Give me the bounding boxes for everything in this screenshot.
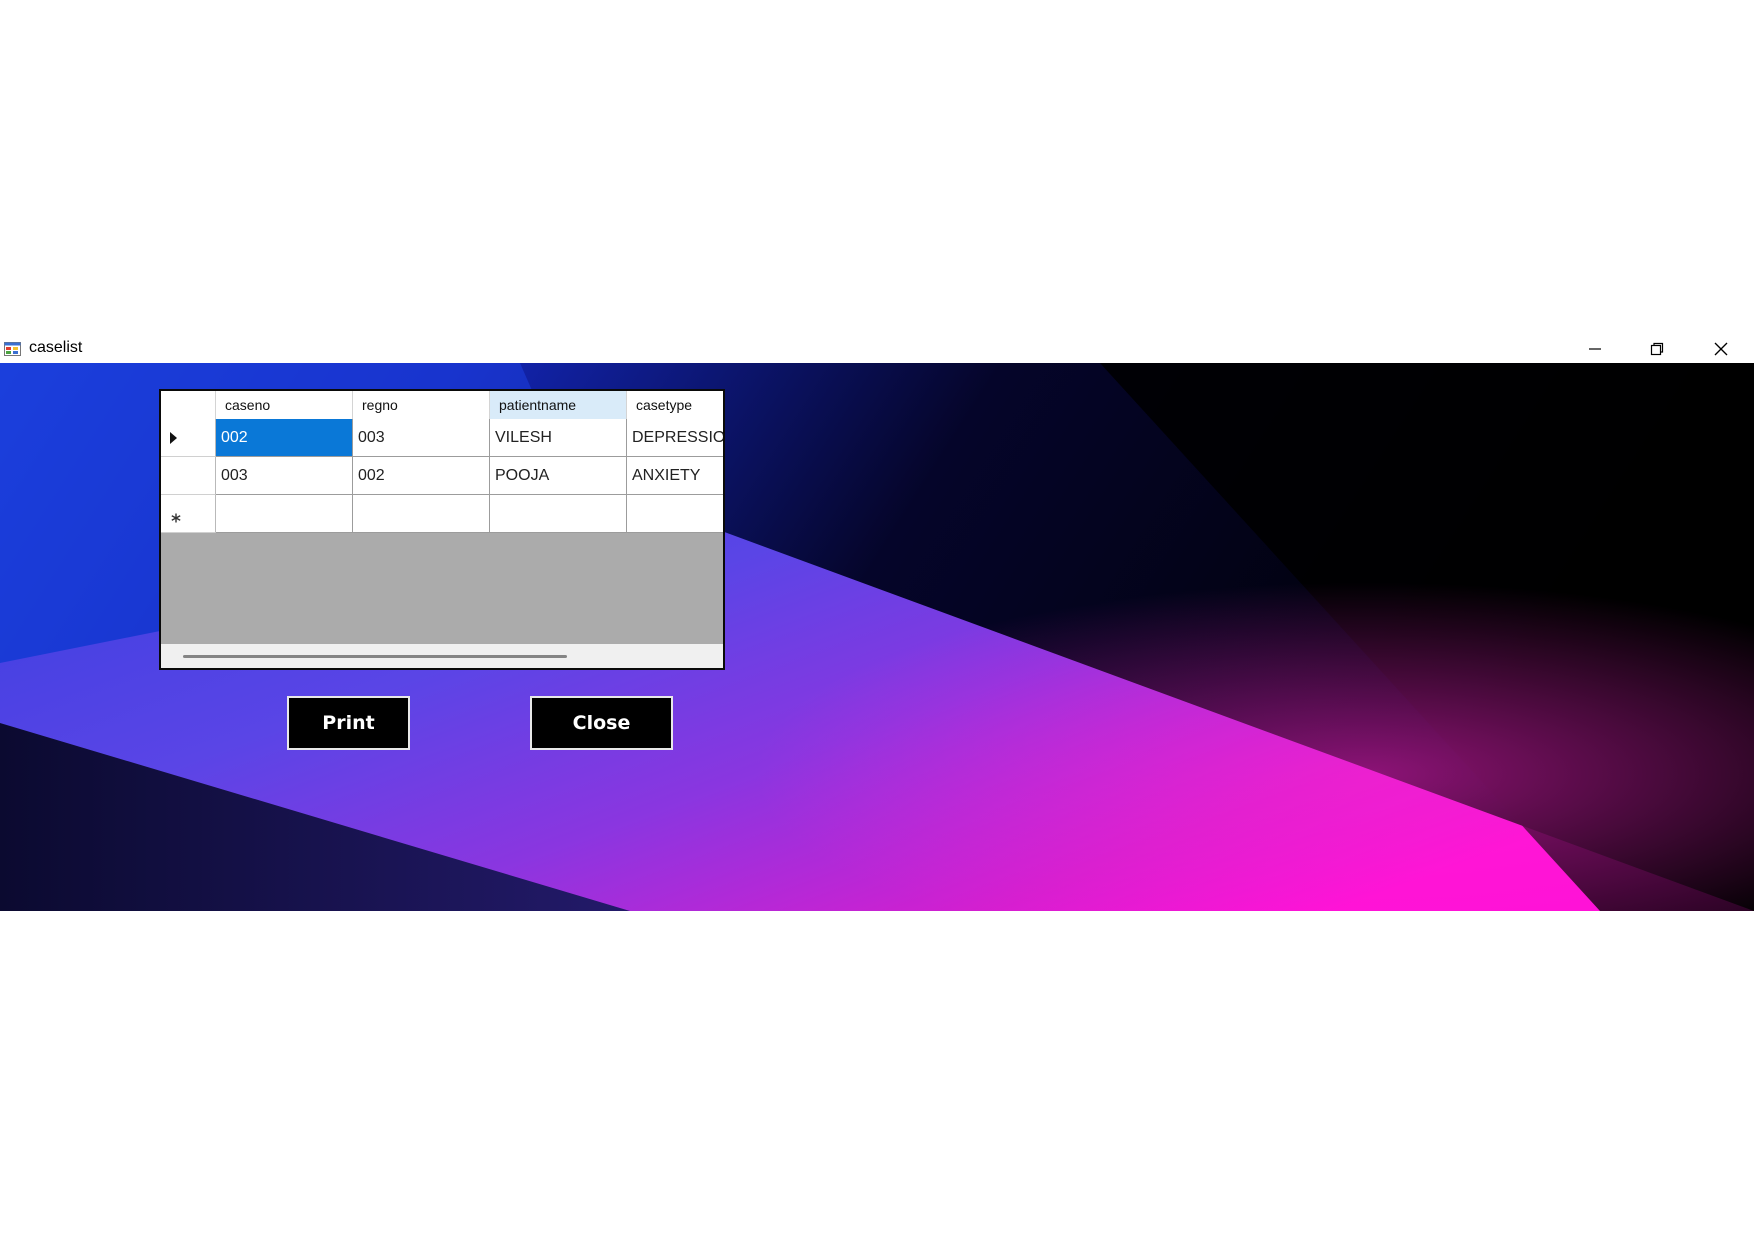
title-bar[interactable]: caselist — [0, 334, 1754, 363]
new-row-asterisk-icon — [171, 513, 181, 523]
minimize-icon — [1589, 347, 1601, 350]
new-cell-patientname[interactable] — [490, 495, 627, 533]
horizontal-scrollbar[interactable] — [161, 644, 723, 668]
close-button[interactable]: Close — [530, 696, 673, 750]
column-header-casetype[interactable]: casetype — [627, 391, 723, 419]
new-row[interactable] — [161, 495, 723, 533]
new-cell-casetype[interactable] — [627, 495, 723, 533]
cell-casetype[interactable]: ANXIETY — [627, 457, 723, 495]
minimize-button[interactable] — [1568, 334, 1622, 363]
cell-casetype[interactable]: DEPRESSION — [627, 419, 723, 457]
print-button[interactable]: Print — [287, 696, 410, 750]
new-cell-caseno[interactable] — [216, 495, 353, 533]
header-corner[interactable] — [161, 391, 216, 419]
scrollbar-thumb[interactable] — [183, 655, 567, 658]
cell-caseno[interactable]: 002 — [216, 419, 353, 457]
column-header-caseno[interactable]: caseno — [216, 391, 353, 419]
cell-patientname[interactable]: VILESH — [490, 419, 627, 457]
app-form-icon — [4, 342, 21, 356]
table-row[interactable]: 003 002 POOJA ANXIETY — [161, 457, 723, 495]
row-header[interactable] — [161, 419, 216, 457]
window-title: caselist — [29, 339, 83, 356]
row-header[interactable] — [161, 495, 216, 533]
column-header-regno[interactable]: regno — [353, 391, 490, 419]
close-window-button[interactable] — [1694, 334, 1748, 363]
cell-regno[interactable]: 003 — [353, 419, 490, 457]
column-header-patientname[interactable]: patientname — [490, 391, 627, 419]
case-data-grid[interactable]: caseno regno patientname casetype 002 00… — [159, 389, 725, 670]
grid-header: caseno regno patientname casetype — [161, 391, 723, 420]
new-cell-regno[interactable] — [353, 495, 490, 533]
cell-patientname[interactable]: POOJA — [490, 457, 627, 495]
cell-caseno[interactable]: 003 — [216, 457, 353, 495]
row-pointer-icon — [170, 432, 177, 444]
table-row[interactable]: 002 003 VILESH DEPRESSION — [161, 419, 723, 457]
restore-icon — [1650, 342, 1664, 355]
close-icon — [1714, 342, 1728, 355]
cell-regno[interactable]: 002 — [353, 457, 490, 495]
restore-button[interactable] — [1630, 334, 1684, 363]
row-header[interactable] — [161, 457, 216, 495]
